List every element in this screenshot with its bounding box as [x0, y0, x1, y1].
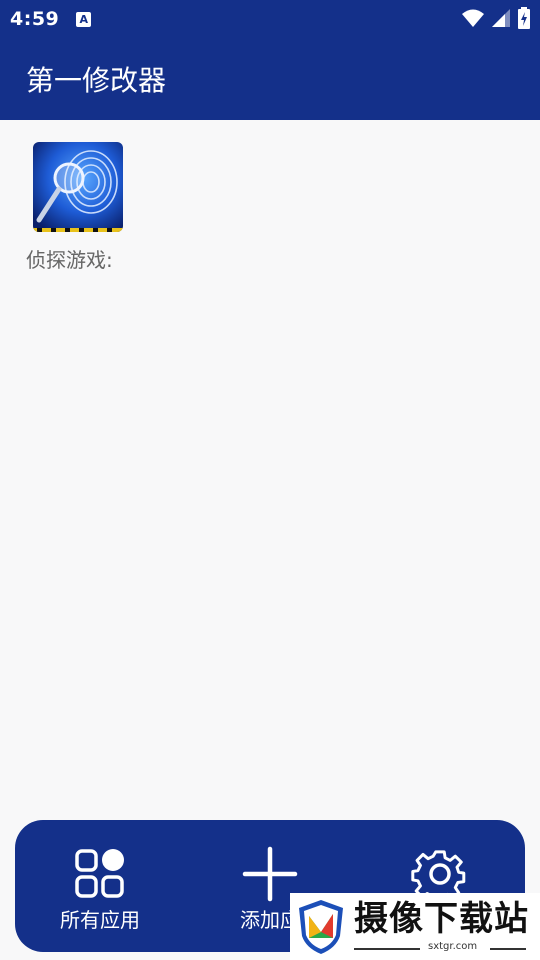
app-bar: 第一修改器 — [0, 38, 540, 120]
page-title: 第一修改器 — [26, 64, 167, 97]
shield-logo-icon — [299, 899, 343, 954]
status-bar: 4:59 A — [0, 0, 540, 38]
status-icons — [462, 7, 530, 29]
watermark-title: 摄像下载站 — [354, 898, 529, 939]
watermark-rule-left — [354, 947, 420, 950]
status-time: 4:59 — [10, 8, 60, 30]
app-label: 侦探游戏: — [26, 248, 113, 272]
battery-charging-icon — [518, 7, 530, 29]
watermark-rule-right — [490, 947, 526, 950]
nav-label-all-apps: 所有应用 — [60, 908, 140, 932]
nav-all-apps[interactable]: 所有应用 — [15, 820, 185, 952]
watermark-url: sxtgr.com — [428, 940, 478, 952]
watermark: 摄像下载站 sxtgr.com — [290, 893, 540, 960]
wifi-icon — [462, 9, 484, 27]
signal-icon — [492, 9, 510, 27]
notification-icon: A — [76, 11, 92, 27]
apps-grid-icon — [75, 849, 124, 898]
fingerprint-magnifier-icon[interactable] — [33, 142, 123, 232]
